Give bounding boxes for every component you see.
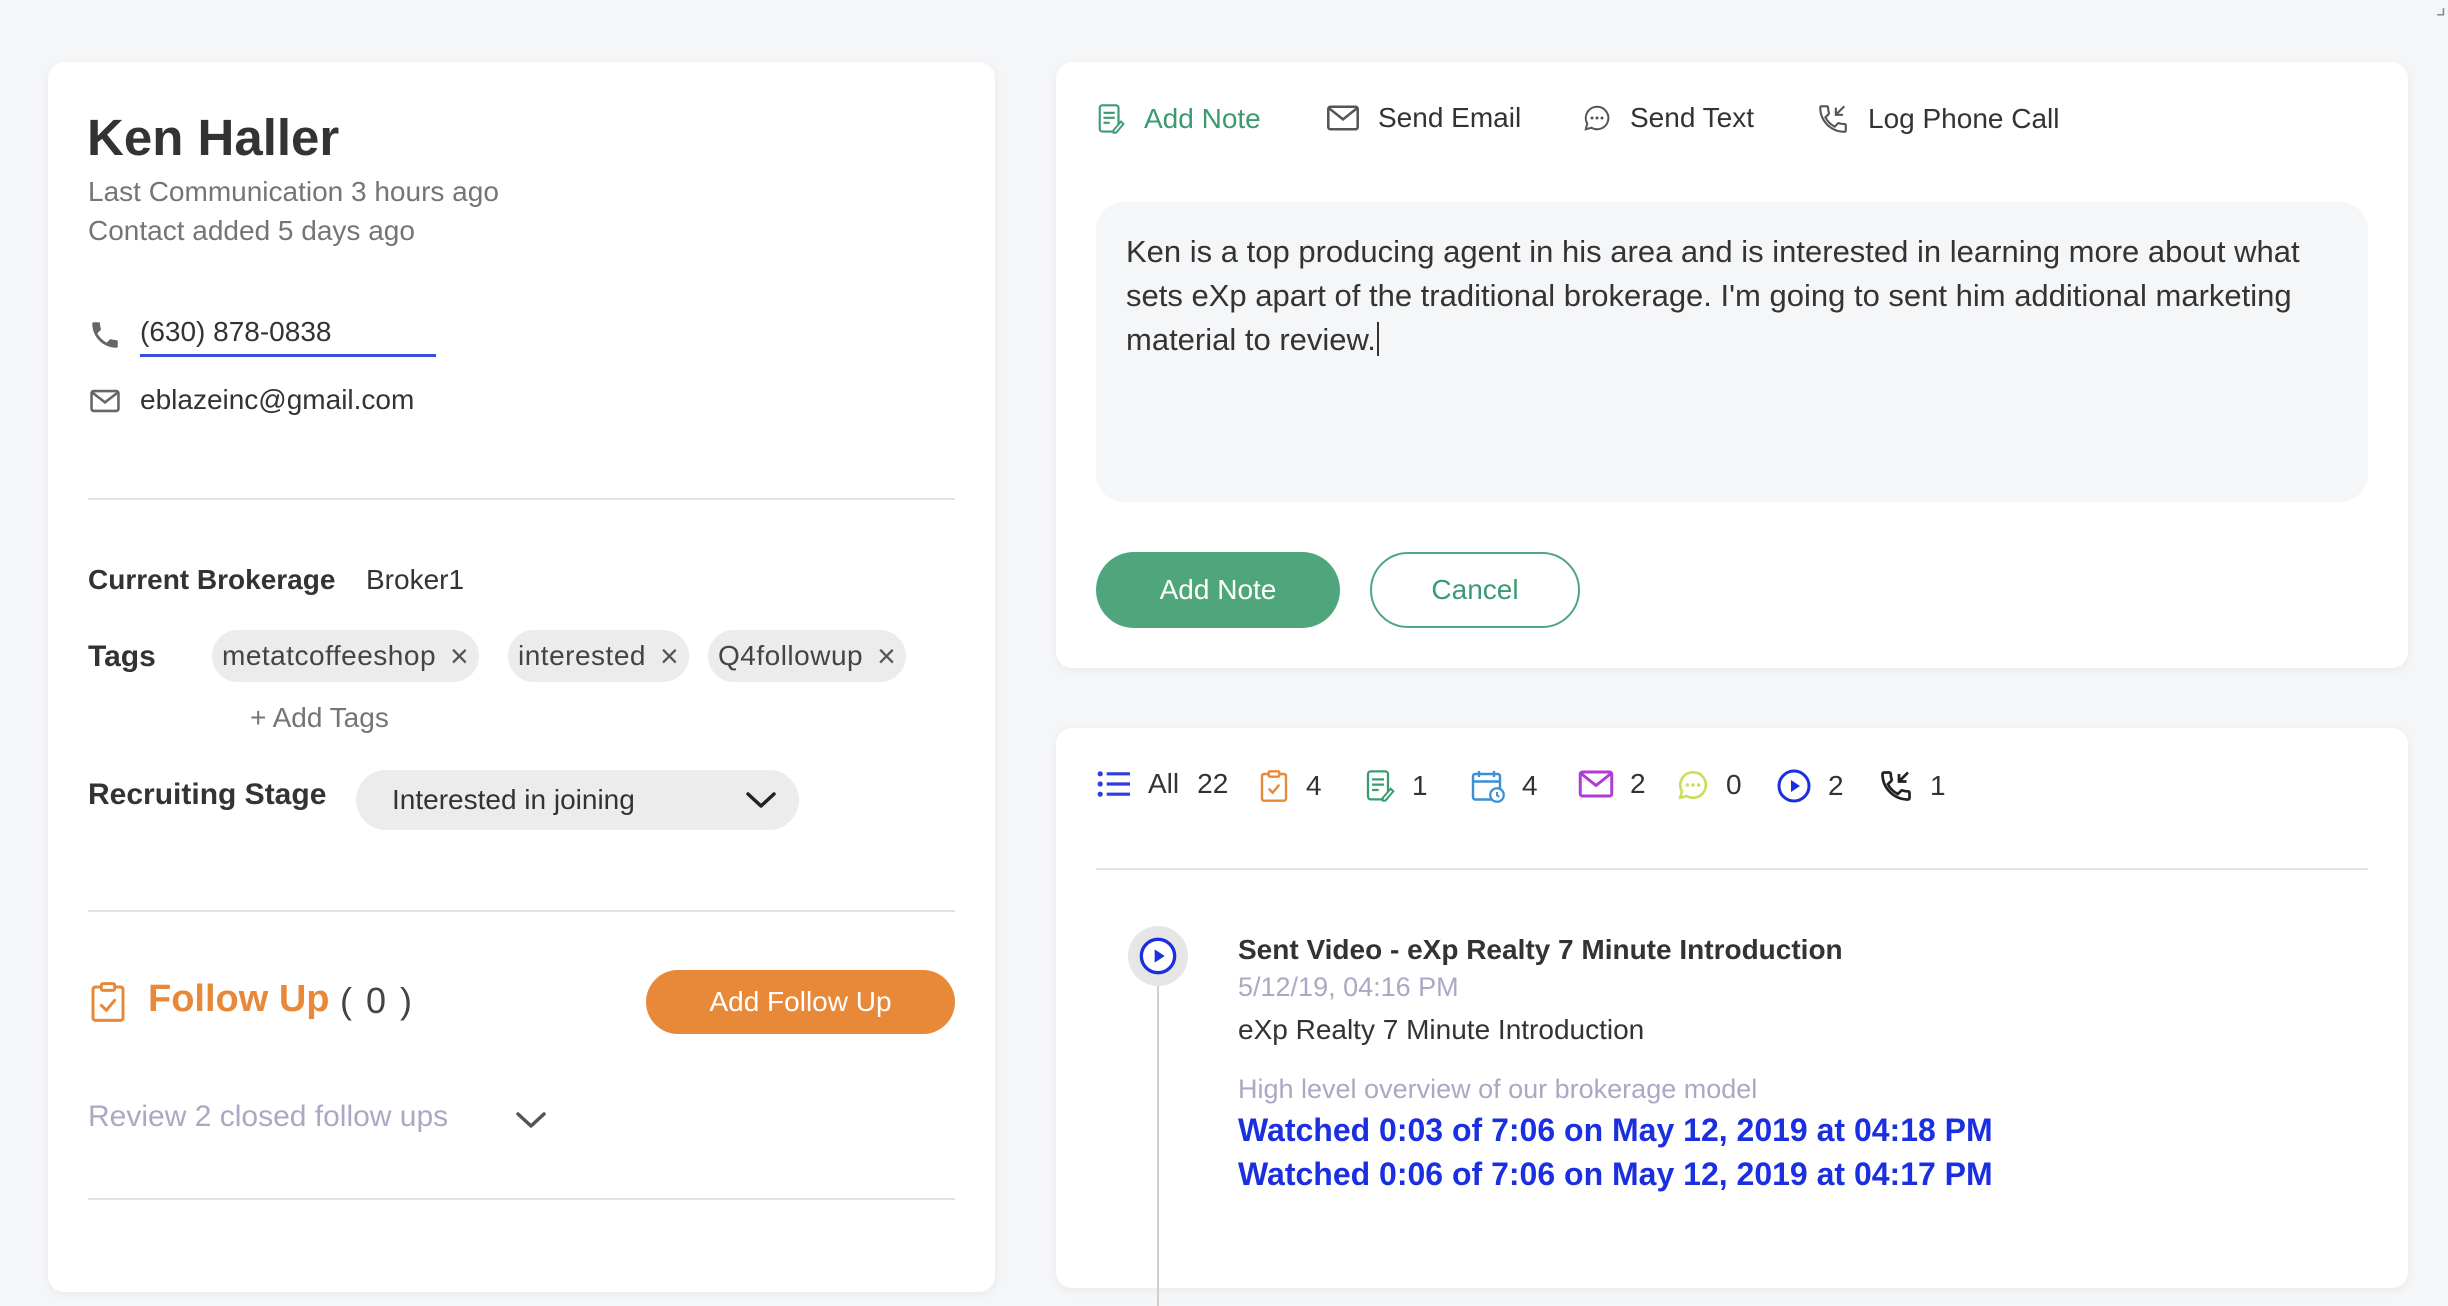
filter-calls[interactable]: 1	[1878, 768, 1946, 804]
last-communication: Last Communication 3 hours ago	[88, 176, 499, 207]
event-title: Sent Video - eXp Realty 7 Minute Introdu…	[1238, 934, 1843, 965]
tag-label: interested	[518, 640, 646, 671]
filter-count: 0	[1726, 769, 1742, 800]
remove-tag-icon[interactable]: ×	[660, 640, 679, 672]
note-composer-card: Add Note Send Email Send Text Log Phone …	[1056, 62, 2408, 668]
chat-bubble-icon	[1678, 770, 1708, 800]
note-icon	[1366, 770, 1395, 802]
brokerage-value[interactable]: Broker1	[366, 564, 464, 596]
filter-emails[interactable]: 2	[1578, 768, 1646, 800]
contact-card: Ken Haller Last Communication 3 hours ag…	[48, 62, 995, 1292]
tab-add-note[interactable]: Add Note	[1096, 102, 1261, 136]
tag-chip[interactable]: metatcoffeeshop ×	[212, 630, 480, 682]
filter-count: 2	[1828, 770, 1844, 801]
tab-send-text[interactable]: Send Text	[1582, 102, 1754, 134]
phone-field[interactable]: (630) 878-0838	[140, 316, 331, 348]
phone-field-underline	[140, 354, 436, 357]
filter-videos[interactable]: 2	[1776, 768, 1844, 804]
tab-label: Log Phone Call	[1868, 103, 2060, 134]
tags-label: Tags	[88, 640, 156, 673]
filter-all[interactable]: All 22	[1096, 768, 1228, 800]
mail-icon	[90, 389, 120, 413]
watch-record: Watched 0:06 of 7:06 on May 12, 2019 at …	[1238, 1156, 1993, 1192]
review-closed-follow-ups[interactable]: Review 2 closed follow ups	[88, 1100, 448, 1134]
filter-count: 4	[1306, 770, 1322, 801]
brokerage-label: Current Brokerage	[88, 564, 336, 595]
add-follow-up-button[interactable]: Add Follow Up	[646, 970, 955, 1034]
play-circle-icon	[1777, 769, 1811, 803]
tag-chip[interactable]: interested ×	[508, 630, 690, 682]
phone-call-icon	[1881, 771, 1911, 801]
remove-tag-icon[interactable]: ×	[450, 640, 469, 672]
timeline-marker	[1128, 926, 1188, 986]
watch-record: Watched 0:03 of 7:06 on May 12, 2019 at …	[1238, 1112, 1993, 1148]
note-textarea[interactable]: Ken is a top producing agent in his area…	[1096, 202, 2368, 502]
play-circle-icon	[1139, 937, 1177, 975]
divider	[88, 1198, 955, 1200]
chat-bubble-icon	[1584, 105, 1610, 131]
filter-count: 4	[1522, 770, 1538, 801]
event-video-name: eXp Realty 7 Minute Introduction	[1238, 1014, 1645, 1045]
filter-notes[interactable]: 1	[1364, 768, 1428, 804]
remove-tag-icon[interactable]: ×	[877, 640, 896, 672]
cancel-button[interactable]: Cancel	[1370, 552, 1580, 628]
email-value[interactable]: eblazeinc@gmail.com	[140, 384, 414, 416]
filter-follow-ups[interactable]: 4	[1258, 768, 1322, 804]
tab-label: Send Text	[1630, 102, 1755, 133]
event-date: 5/12/19, 04:16 PM	[1238, 972, 1459, 1002]
envelope-icon	[1578, 770, 1614, 798]
clipboard-check-icon	[1260, 770, 1288, 802]
filter-count: 2	[1630, 768, 1646, 799]
tag-label: Q4followup	[718, 640, 864, 671]
filter-label: All	[1148, 768, 1180, 799]
divider	[88, 498, 955, 500]
activity-card: All 22 4 1 4 2 0 2 1 Sent Video - eXp Re…	[1056, 728, 2408, 1306]
list-icon	[1097, 771, 1130, 797]
contact-added: Contact added 5 days ago	[88, 215, 415, 246]
phone-call-icon	[1819, 105, 1847, 133]
add-tags-link[interactable]: + Add Tags	[250, 702, 389, 734]
recruiting-stage-select[interactable]: Interested in joining	[356, 770, 799, 830]
tag-chip[interactable]: Q4followup ×	[708, 630, 907, 682]
follow-up-count: ( 0 )	[340, 980, 415, 1021]
divider	[88, 910, 955, 912]
event-description: High level overview of our brokerage mod…	[1238, 1074, 1758, 1104]
recruiting-stage-value: Interested in joining	[392, 784, 635, 815]
timeline-line	[1157, 986, 1159, 1306]
tab-log-phone-call[interactable]: Log Phone Call	[1816, 102, 2059, 136]
email-icon	[1327, 105, 1359, 131]
recruiting-stage-label: Recruiting Stage	[88, 778, 327, 811]
phone-icon	[92, 322, 118, 348]
clipboard-check-icon	[91, 982, 125, 1022]
note-icon	[1098, 104, 1125, 134]
follow-up-title: Follow Up	[148, 978, 330, 1020]
note-text: Ken is a top producing agent in his area…	[1126, 234, 2300, 357]
filter-count: 1	[1930, 770, 1946, 801]
add-note-button[interactable]: Add Note	[1096, 552, 1340, 628]
chevron-down-icon[interactable]	[514, 1108, 548, 1132]
text-caret	[1376, 322, 1379, 356]
divider	[1096, 868, 2368, 870]
filter-appointments[interactable]: 4	[1470, 768, 1538, 804]
tag-label: metatcoffeeshop	[222, 640, 437, 671]
filter-count: 22	[1197, 768, 1229, 799]
tab-label: Send Email	[1378, 102, 1522, 133]
contact-name: Ken Haller	[87, 109, 340, 166]
filter-texts[interactable]: 0	[1676, 768, 1742, 802]
tab-label: Add Note	[1144, 103, 1261, 134]
calendar-clock-icon	[1471, 771, 1505, 803]
chevron-down-icon	[746, 792, 776, 808]
tab-send-email[interactable]: Send Email	[1326, 102, 1521, 134]
filter-count: 1	[1412, 770, 1428, 801]
corner-resize-icon: ⌟	[2435, 0, 2446, 19]
